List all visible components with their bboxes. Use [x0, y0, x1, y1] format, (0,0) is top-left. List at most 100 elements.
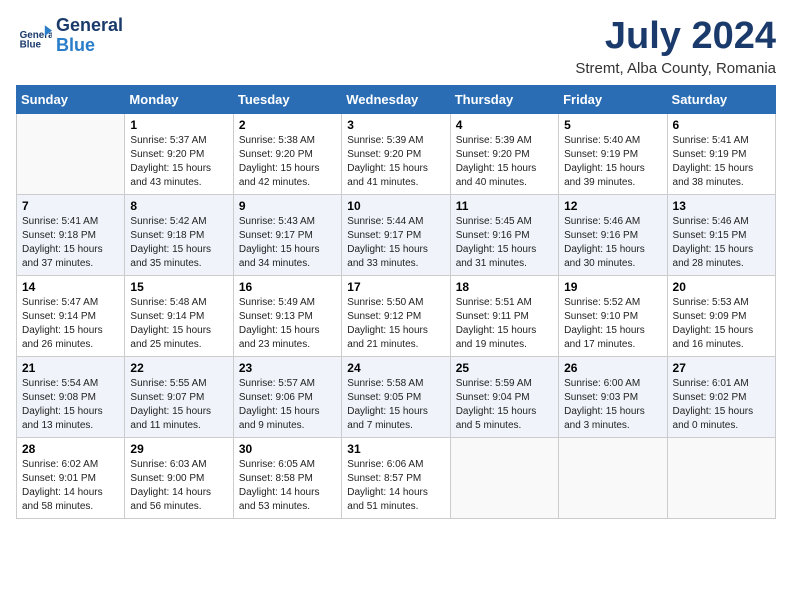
day-info: Sunrise: 5:47 AM Sunset: 9:14 PM Dayligh… — [22, 296, 119, 352]
month-title: July 2024 — [575, 16, 776, 58]
day-info: Sunrise: 6:02 AM Sunset: 9:01 PM Dayligh… — [22, 458, 119, 514]
weekday-header-sunday: Sunday — [17, 85, 125, 113]
logo: General Blue General Blue — [16, 16, 123, 56]
calendar-cell — [559, 437, 667, 518]
calendar-cell — [17, 113, 125, 194]
calendar-cell: 28 Sunrise: 6:02 AM Sunset: 9:01 PM Dayli… — [17, 437, 125, 518]
calendar-cell: 30 Sunrise: 6:05 AM Sunset: 8:58 PM Dayli… — [233, 437, 341, 518]
calendar-cell — [667, 437, 775, 518]
calendar-week-row: 7Sunrise: 5:41 AM Sunset: 9:18 PM Daylig… — [17, 194, 776, 275]
day-info: Sunrise: 5:50 AM Sunset: 9:12 PM Dayligh… — [347, 296, 444, 352]
day-number: 29 — [130, 442, 227, 456]
weekday-header-saturday: Saturday — [667, 85, 775, 113]
calendar-cell: 5 Sunrise: 5:40 AM Sunset: 9:19 PM Daylig… — [559, 113, 667, 194]
day-number: 10 — [347, 199, 444, 213]
day-number: 21 — [22, 361, 119, 375]
day-number: 28 — [22, 442, 119, 456]
day-info: Sunrise: 5:39 AM Sunset: 9:20 PM Dayligh… — [347, 134, 444, 190]
weekday-header-thursday: Thursday — [450, 85, 558, 113]
calendar-cell: 1 Sunrise: 5:37 AM Sunset: 9:20 PM Daylig… — [125, 113, 233, 194]
day-number: 24 — [347, 361, 444, 375]
day-info: Sunrise: 6:01 AM Sunset: 9:02 PM Dayligh… — [673, 377, 770, 433]
calendar-cell: 3 Sunrise: 5:39 AM Sunset: 9:20 PM Daylig… — [342, 113, 450, 194]
weekday-header-tuesday: Tuesday — [233, 85, 341, 113]
day-info: Sunrise: 5:58 AM Sunset: 9:05 PM Dayligh… — [347, 377, 444, 433]
day-number: 18 — [456, 280, 553, 294]
day-number: 26 — [564, 361, 661, 375]
day-info: Sunrise: 5:51 AM Sunset: 9:11 PM Dayligh… — [456, 296, 553, 352]
day-info: Sunrise: 5:38 AM Sunset: 9:20 PM Dayligh… — [239, 134, 336, 190]
title-block: July 2024 Stremt, Alba County, Romania — [575, 16, 776, 77]
svg-text:Blue: Blue — [20, 39, 42, 50]
day-number: 13 — [673, 199, 770, 213]
day-info: Sunrise: 5:46 AM Sunset: 9:16 PM Dayligh… — [564, 215, 661, 271]
day-info: Sunrise: 6:06 AM Sunset: 8:57 PM Dayligh… — [347, 458, 444, 514]
day-info: Sunrise: 5:49 AM Sunset: 9:13 PM Dayligh… — [239, 296, 336, 352]
day-number: 19 — [564, 280, 661, 294]
calendar-cell: 18 Sunrise: 5:51 AM Sunset: 9:11 PM Dayli… — [450, 275, 558, 356]
calendar-cell: 4 Sunrise: 5:39 AM Sunset: 9:20 PM Daylig… — [450, 113, 558, 194]
day-number: 3 — [347, 118, 444, 132]
calendar-cell: 13 Sunrise: 5:46 AM Sunset: 9:15 PM Dayli… — [667, 194, 775, 275]
day-info: Sunrise: 6:00 AM Sunset: 9:03 PM Dayligh… — [564, 377, 661, 433]
calendar-cell: 6Sunrise: 5:41 AM Sunset: 9:19 PM Daylig… — [667, 113, 775, 194]
day-number: 30 — [239, 442, 336, 456]
day-info: Sunrise: 5:40 AM Sunset: 9:19 PM Dayligh… — [564, 134, 661, 190]
calendar-cell — [450, 437, 558, 518]
calendar-week-row: 14 Sunrise: 5:47 AM Sunset: 9:14 PM Dayli… — [17, 275, 776, 356]
day-number: 1 — [130, 118, 227, 132]
day-info: Sunrise: 5:46 AM Sunset: 9:15 PM Dayligh… — [673, 215, 770, 271]
calendar-cell: 11 Sunrise: 5:45 AM Sunset: 9:16 PM Dayli… — [450, 194, 558, 275]
day-number: 14 — [22, 280, 119, 294]
calendar-cell: 2 Sunrise: 5:38 AM Sunset: 9:20 PM Daylig… — [233, 113, 341, 194]
calendar-cell: 27 Sunrise: 6:01 AM Sunset: 9:02 PM Dayli… — [667, 356, 775, 437]
weekday-header-row: SundayMondayTuesdayWednesdayThursdayFrid… — [17, 85, 776, 113]
day-info: Sunrise: 5:43 AM Sunset: 9:17 PM Dayligh… — [239, 215, 336, 271]
day-info: Sunrise: 5:57 AM Sunset: 9:06 PM Dayligh… — [239, 377, 336, 433]
day-info: Sunrise: 5:53 AM Sunset: 9:09 PM Dayligh… — [673, 296, 770, 352]
day-info: Sunrise: 5:52 AM Sunset: 9:10 PM Dayligh… — [564, 296, 661, 352]
day-number: 15 — [130, 280, 227, 294]
day-number: 2 — [239, 118, 336, 132]
logo-icon: General Blue — [16, 18, 52, 54]
calendar-cell: 17 Sunrise: 5:50 AM Sunset: 9:12 PM Dayli… — [342, 275, 450, 356]
calendar-cell: 19 Sunrise: 5:52 AM Sunset: 9:10 PM Dayli… — [559, 275, 667, 356]
calendar-cell: 16 Sunrise: 5:49 AM Sunset: 9:13 PM Dayli… — [233, 275, 341, 356]
calendar-cell: 25Sunrise: 5:59 AM Sunset: 9:04 PM Dayli… — [450, 356, 558, 437]
day-info: Sunrise: 5:44 AM Sunset: 9:17 PM Dayligh… — [347, 215, 444, 271]
calendar-cell: 21Sunrise: 5:54 AM Sunset: 9:08 PM Dayli… — [17, 356, 125, 437]
day-info: Sunrise: 5:39 AM Sunset: 9:20 PM Dayligh… — [456, 134, 553, 190]
calendar-cell: 14 Sunrise: 5:47 AM Sunset: 9:14 PM Dayli… — [17, 275, 125, 356]
day-number: 4 — [456, 118, 553, 132]
day-number: 5 — [564, 118, 661, 132]
day-info: Sunrise: 5:48 AM Sunset: 9:14 PM Dayligh… — [130, 296, 227, 352]
day-info: Sunrise: 6:05 AM Sunset: 8:58 PM Dayligh… — [239, 458, 336, 514]
weekday-header-wednesday: Wednesday — [342, 85, 450, 113]
day-info: Sunrise: 5:37 AM Sunset: 9:20 PM Dayligh… — [130, 134, 227, 190]
weekday-header-friday: Friday — [559, 85, 667, 113]
day-number: 17 — [347, 280, 444, 294]
calendar-cell: 22Sunrise: 5:55 AM Sunset: 9:07 PM Dayli… — [125, 356, 233, 437]
day-info: Sunrise: 6:03 AM Sunset: 9:00 PM Dayligh… — [130, 458, 227, 514]
day-number: 12 — [564, 199, 661, 213]
day-number: 23 — [239, 361, 336, 375]
day-number: 16 — [239, 280, 336, 294]
calendar-cell: 24 Sunrise: 5:58 AM Sunset: 9:05 PM Dayli… — [342, 356, 450, 437]
day-number: 27 — [673, 361, 770, 375]
calendar-cell: 20 Sunrise: 5:53 AM Sunset: 9:09 PM Dayli… — [667, 275, 775, 356]
weekday-header-monday: Monday — [125, 85, 233, 113]
calendar-cell: 23 Sunrise: 5:57 AM Sunset: 9:06 PM Dayli… — [233, 356, 341, 437]
day-info: Sunrise: 5:55 AM Sunset: 9:07 PM Dayligh… — [130, 377, 227, 433]
calendar-cell: 12 Sunrise: 5:46 AM Sunset: 9:16 PM Dayli… — [559, 194, 667, 275]
day-info: Sunrise: 5:45 AM Sunset: 9:16 PM Dayligh… — [456, 215, 553, 271]
day-number: 20 — [673, 280, 770, 294]
calendar-cell: 9Sunrise: 5:43 AM Sunset: 9:17 PM Daylig… — [233, 194, 341, 275]
calendar-week-row: 21Sunrise: 5:54 AM Sunset: 9:08 PM Dayli… — [17, 356, 776, 437]
day-info: Sunrise: 5:42 AM Sunset: 9:18 PM Dayligh… — [130, 215, 227, 271]
day-number: 11 — [456, 199, 553, 213]
location: Stremt, Alba County, Romania — [575, 60, 776, 77]
calendar-week-row: 28 Sunrise: 6:02 AM Sunset: 9:01 PM Dayli… — [17, 437, 776, 518]
calendar-table: SundayMondayTuesdayWednesdayThursdayFrid… — [16, 85, 776, 519]
calendar-week-row: 1 Sunrise: 5:37 AM Sunset: 9:20 PM Daylig… — [17, 113, 776, 194]
calendar-cell: 10 Sunrise: 5:44 AM Sunset: 9:17 PM Dayli… — [342, 194, 450, 275]
